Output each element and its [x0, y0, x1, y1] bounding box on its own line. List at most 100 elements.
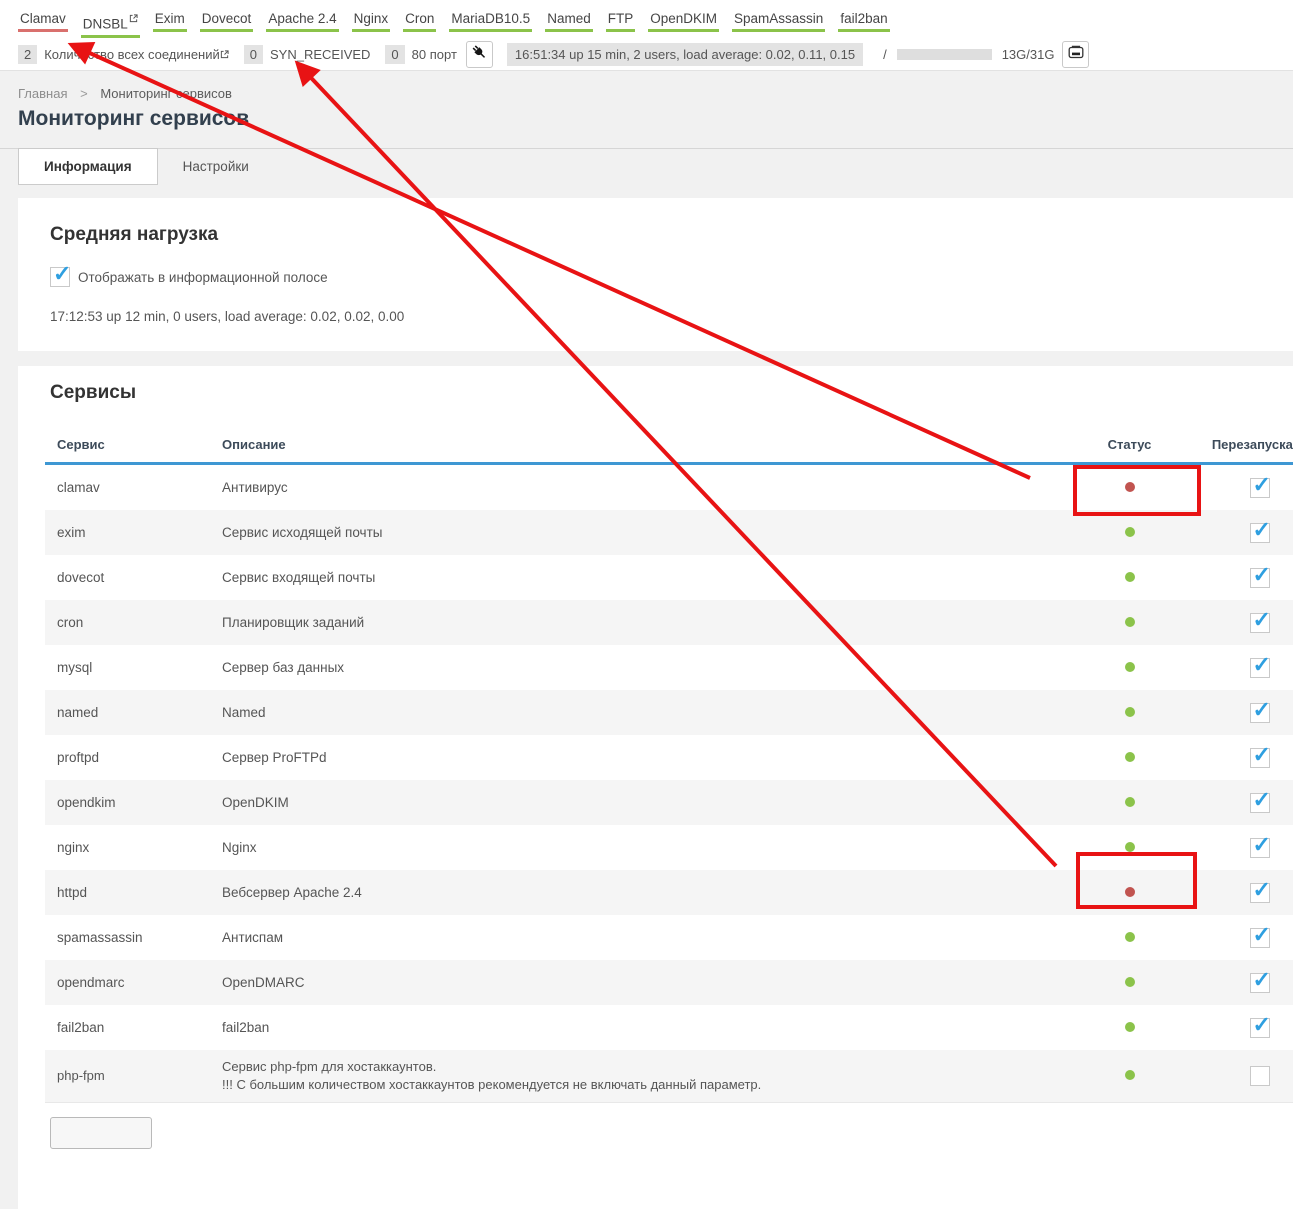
col-header-service: Сервис	[45, 426, 210, 464]
connections-stat: 2 Количество всех соединений	[18, 45, 229, 64]
services-table: Сервис Описание Статус Перезапускать cla…	[45, 426, 1293, 1103]
bottom-button[interactable]	[50, 1117, 152, 1149]
restart-checkbox-cron[interactable]	[1250, 613, 1270, 633]
service-name: dovecot	[45, 555, 210, 600]
topbar-service-named[interactable]: Named	[545, 11, 593, 32]
service-description: Вебсервер Apache 2.4	[210, 870, 1075, 915]
topbar-service-fail2ban[interactable]: fail2ban	[838, 11, 889, 32]
restart-checkbox-mysql[interactable]	[1250, 658, 1270, 678]
topbar-service-label: Cron	[405, 11, 434, 26]
status-dot-green	[1125, 527, 1135, 537]
topbar-service-clamav[interactable]: Clamav	[18, 11, 68, 32]
service-row-fail2ban: fail2banfail2ban	[45, 1005, 1293, 1050]
topbar-service-label: DNSBL	[83, 17, 128, 32]
disk-mount-label: /	[883, 47, 887, 62]
status-dot-green	[1125, 932, 1135, 942]
service-row-spamassassin: spamassassinАнтиспам	[45, 915, 1293, 960]
restart-checkbox-proftpd[interactable]	[1250, 748, 1270, 768]
stats-bar: 2 Количество всех соединений 0 SYN_RECEI…	[0, 38, 1293, 71]
topbar-service-spamassassin[interactable]: SpamAssassin	[732, 11, 825, 32]
show-in-infobar-checkbox[interactable]	[50, 267, 70, 287]
service-row-opendkim: opendkimOpenDKIM	[45, 780, 1293, 825]
status-dot-green	[1125, 617, 1135, 627]
restart-checkbox-clamav[interactable]	[1250, 478, 1270, 498]
restart-checkbox-opendkim[interactable]	[1250, 793, 1270, 813]
connections-link[interactable]: Количество всех соединений	[44, 47, 220, 62]
uptime-badge: 16:51:34 up 15 min, 2 users, load averag…	[507, 43, 863, 66]
restart-checkbox-php-fpm[interactable]	[1250, 1066, 1270, 1086]
services-card: Сервисы Сервис Описание Статус Перезапус…	[18, 366, 1293, 1209]
service-name: named	[45, 690, 210, 735]
service-name: httpd	[45, 870, 210, 915]
port80-count: 0	[385, 45, 404, 64]
service-row-proftpd: proftpdСервер ProFTPd	[45, 735, 1293, 780]
service-row-cron: cronПланировщик заданий	[45, 600, 1293, 645]
breadcrumb-separator: >	[80, 86, 88, 101]
restart-checkbox-httpd[interactable]	[1250, 883, 1270, 903]
disk-usage-text: 13G/31G	[1002, 47, 1055, 62]
load-section-title: Средняя нагрузка	[50, 224, 1261, 246]
topbar-service-exim[interactable]: Exim	[153, 11, 187, 32]
service-row-named: namedNamed	[45, 690, 1293, 735]
status-dot-green	[1125, 797, 1135, 807]
service-row-exim: eximСервис исходящей почты	[45, 510, 1293, 555]
topbar-service-apache-2-4[interactable]: Apache 2.4	[266, 11, 338, 32]
service-name: exim	[45, 510, 210, 555]
service-description: Антивирус	[210, 464, 1075, 511]
topbar-service-label: FTP	[608, 11, 634, 26]
service-row-nginx: nginxNginx	[45, 825, 1293, 870]
restart-checkbox-exim[interactable]	[1250, 523, 1270, 543]
topbar-service-dnsbl[interactable]: DNSBL	[81, 11, 140, 38]
external-link-icon	[129, 11, 138, 26]
status-dot-green	[1125, 1070, 1135, 1080]
tab-information[interactable]: Информация	[18, 148, 158, 185]
service-description: Named	[210, 690, 1075, 735]
topbar-service-opendkim[interactable]: OpenDKIM	[648, 11, 719, 32]
breadcrumb-current: Мониторинг сервисов	[100, 86, 232, 101]
col-header-status: Статус	[1075, 426, 1185, 464]
plug-icon	[471, 44, 488, 64]
service-name: clamav	[45, 464, 210, 511]
topbar-service-cron[interactable]: Cron	[403, 11, 436, 32]
status-dot-green	[1125, 707, 1135, 717]
port80-label: 80 порт	[412, 47, 457, 62]
services-section-title: Сервисы	[50, 382, 1293, 404]
service-row-php-fpm: php-fpmСервис php-fpm для хостаккаунтов.…	[45, 1050, 1293, 1103]
restart-checkbox-fail2ban[interactable]	[1250, 1018, 1270, 1038]
service-description: Сервис входящей почты	[210, 555, 1075, 600]
service-name: proftpd	[45, 735, 210, 780]
load-average-text: 17:12:53 up 12 min, 0 users, load averag…	[50, 309, 1261, 324]
connections-count: 2	[18, 45, 37, 64]
service-row-httpd: httpdВебсервер Apache 2.4	[45, 870, 1293, 915]
topbar-service-mariadb10-5[interactable]: MariaDB10.5	[449, 11, 532, 32]
status-dot-red	[1125, 482, 1135, 492]
firewall-plug-button[interactable]	[466, 41, 493, 68]
topbar-service-dovecot[interactable]: Dovecot	[200, 11, 254, 32]
table-header-row: Сервис Описание Статус Перезапускать	[45, 426, 1293, 464]
breadcrumb-home-link[interactable]: Главная	[18, 86, 67, 101]
topbar-service-label: fail2ban	[840, 11, 887, 26]
service-description: Nginx	[210, 825, 1075, 870]
topbar-service-label: SpamAssassin	[734, 11, 823, 26]
status-dot-red	[1125, 887, 1135, 897]
service-description: Сервис php-fpm для хостаккаунтов.!!! С б…	[210, 1050, 1075, 1103]
service-name: opendkim	[45, 780, 210, 825]
disk-button[interactable]	[1062, 41, 1089, 68]
tab-settings[interactable]: Настройки	[158, 149, 274, 185]
restart-checkbox-dovecot[interactable]	[1250, 568, 1270, 588]
service-description: fail2ban	[210, 1005, 1075, 1050]
load-average-card: Средняя нагрузка Отображать в информацио…	[18, 198, 1293, 351]
restart-checkbox-nginx[interactable]	[1250, 838, 1270, 858]
service-description: OpenDMARC	[210, 960, 1075, 1005]
service-name: php-fpm	[45, 1050, 210, 1103]
topbar-service-ftp[interactable]: FTP	[606, 11, 636, 32]
restart-checkbox-opendmarc[interactable]	[1250, 973, 1270, 993]
topbar-service-nginx[interactable]: Nginx	[352, 11, 391, 32]
service-description: Сервер баз данных	[210, 645, 1075, 690]
status-dot-green	[1125, 842, 1135, 852]
port80-stat: 0 80 порт	[385, 45, 456, 64]
topbar-service-label: Clamav	[20, 11, 66, 26]
restart-checkbox-named[interactable]	[1250, 703, 1270, 723]
restart-checkbox-spamassassin[interactable]	[1250, 928, 1270, 948]
service-name: nginx	[45, 825, 210, 870]
